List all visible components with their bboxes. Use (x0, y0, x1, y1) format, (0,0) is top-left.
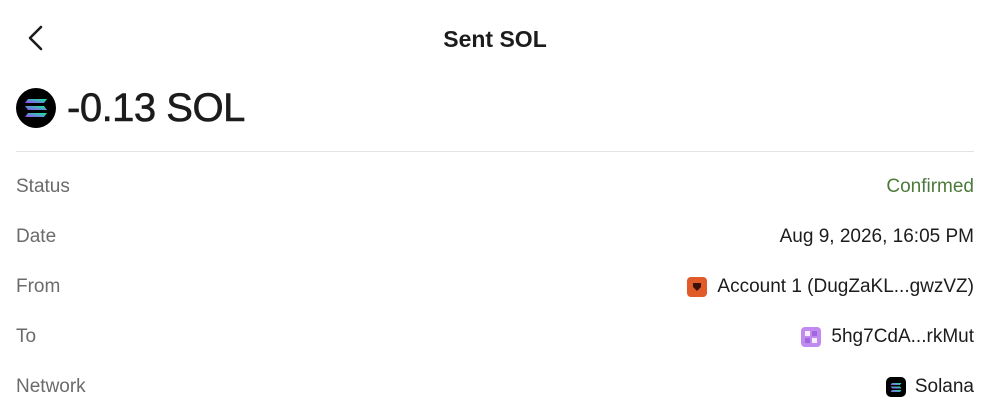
status-label: Status (16, 176, 70, 197)
solana-logo-icon (16, 88, 56, 128)
to-label: To (16, 326, 37, 347)
from-value[interactable]: Account 1 (DugZaKL...gwzVZ) (687, 276, 974, 298)
detail-row-to: To 5hg7CdA...rkMut (16, 312, 974, 362)
divider (16, 151, 974, 152)
header: Sent SOL (0, 16, 990, 66)
page-title: Sent SOL (443, 26, 547, 52)
details-list: Status Confirmed Date Aug 9, 2026, 16:05… (16, 162, 974, 410)
network-value: Solana (885, 376, 974, 398)
from-label: From (16, 276, 61, 297)
account-avatar-icon (687, 277, 708, 297)
address-avatar-icon (801, 327, 822, 347)
to-value[interactable]: 5hg7CdA...rkMut (801, 326, 974, 348)
amount-value: -0.13 SOL (67, 85, 246, 130)
solana-network-icon (885, 377, 906, 397)
network-label: Network (16, 376, 86, 397)
amount-summary: -0.13 SOL (16, 84, 246, 132)
detail-row-status: Status Confirmed (16, 162, 974, 212)
from-address: Account 1 (DugZaKL...gwzVZ) (717, 276, 974, 297)
transaction-detail-screen: Sent SOL -0.13 SOL Status Confirmed Date… (0, 0, 990, 410)
detail-row-date: Date Aug 9, 2026, 16:05 PM (16, 212, 974, 262)
date-value: Aug 9, 2026, 16:05 PM (779, 226, 974, 247)
detail-row-network: Network Solana (16, 362, 974, 410)
date-label: Date (16, 226, 57, 247)
status-value: Confirmed (886, 176, 974, 197)
detail-row-from: From Account 1 (DugZaKL...gwzVZ) (16, 262, 974, 312)
network-name: Solana (914, 376, 974, 397)
to-address: 5hg7CdA...rkMut (831, 326, 974, 347)
